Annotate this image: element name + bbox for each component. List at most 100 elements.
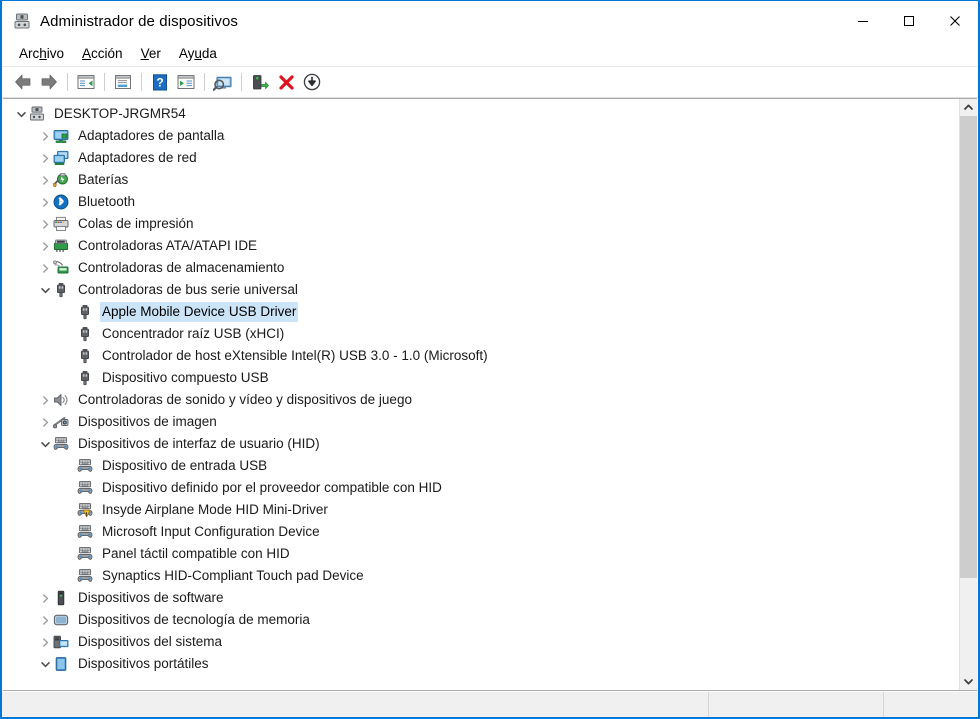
hid-icon (53, 436, 69, 452)
menu-archivo[interactable]: Archivo (10, 44, 73, 63)
tree-item[interactable]: Controlador de host eXtensible Intel(R) … (3, 345, 959, 367)
tree-item[interactable]: Bluetooth (3, 191, 959, 213)
scan-hardware-changes-button[interactable] (210, 69, 236, 95)
tree-item[interactable]: Dispositivos de imagen (3, 411, 959, 433)
tree-item[interactable]: Dispositivos de interfaz de usuario (HID… (3, 433, 959, 455)
close-button[interactable] (932, 1, 978, 41)
chevron-right-icon[interactable] (37, 414, 53, 430)
tree-item-label: Adaptadores de pantalla (78, 128, 225, 143)
tree-item[interactable]: Dispositivos de software (3, 587, 959, 609)
update-driver-button[interactable] (247, 69, 273, 95)
tree-item[interactable]: Controladoras de bus serie universal (3, 279, 959, 301)
tree-item-label: Microsoft Input Configuration Device (102, 524, 320, 539)
tree-item[interactable]: Microsoft Input Configuration Device (3, 521, 959, 543)
tree-item[interactable]: Apple Mobile Device USB Driver (3, 301, 959, 323)
tree-item[interactable]: Controladoras de sonido y vídeo y dispos… (3, 389, 959, 411)
tree-item[interactable]: Panel táctil compatible con HID (3, 543, 959, 565)
tree-item[interactable]: Dispositivo compuesto USB (3, 367, 959, 389)
chevron-right-icon[interactable] (37, 216, 53, 232)
menu-ver-post: er (148, 46, 161, 61)
tree-item[interactable]: Dispositivo de entrada USB (3, 455, 959, 477)
device-tree[interactable]: DESKTOP-JRGMR54 Adaptadores de pantalla Ad… (3, 99, 959, 690)
printer-icon (53, 216, 69, 232)
chevron-right-icon[interactable] (37, 238, 53, 254)
properties-button[interactable] (110, 69, 136, 95)
usb-icon (77, 370, 93, 386)
tree-item[interactable]: Synaptics HID-Compliant Touch pad Device (3, 565, 959, 587)
tree-item[interactable]: Controladoras ATA/ATAPI IDE (3, 235, 959, 257)
chevron-right-icon[interactable] (37, 634, 53, 650)
chevron-right-icon[interactable] (37, 128, 53, 144)
hid-icon (77, 480, 93, 496)
tree-item-label: Controladoras de bus serie universal (78, 282, 298, 297)
tree-item[interactable]: Controladoras de almacenamiento (3, 257, 959, 279)
scrollbar-track[interactable] (960, 116, 977, 673)
menu-accion-post: cción (91, 46, 123, 61)
tree-item[interactable]: Dispositivos portátiles (3, 653, 959, 675)
tree-item[interactable]: Dispositivo definido por el proveedor co… (3, 477, 959, 499)
maximize-button[interactable] (886, 1, 932, 41)
network-adapter-icon (53, 150, 69, 166)
vertical-scrollbar[interactable] (959, 99, 977, 690)
usb-icon (77, 326, 93, 342)
separator-5 (241, 73, 242, 91)
chevron-down-icon[interactable] (37, 282, 53, 298)
scroll-down-button[interactable] (960, 673, 977, 690)
forward-button[interactable] (36, 69, 62, 95)
tree-item-label: Dispositivos de interfaz de usuario (HID… (78, 436, 320, 451)
menu-accion[interactable]: Acción (73, 44, 132, 63)
chevron-right-icon[interactable] (37, 260, 53, 276)
tree-item[interactable]: DESKTOP-JRGMR54 (3, 103, 959, 125)
chevron-down-icon[interactable] (13, 106, 29, 122)
window-title: Administrador de dispositivos (40, 12, 238, 30)
tree-item[interactable]: Concentrador raíz USB (xHCI) (3, 323, 959, 345)
tree-item-label: Dispositivos de tecnología de memoria (78, 612, 310, 627)
scroll-up-button[interactable] (960, 99, 977, 116)
scrollbar-thumb[interactable] (960, 116, 977, 579)
tree-item[interactable]: Dispositivos del sistema (3, 631, 959, 653)
action-menu-button[interactable] (173, 69, 199, 95)
computer-icon (29, 106, 45, 122)
chevron-down-icon[interactable] (37, 656, 53, 672)
portable-device-icon (53, 656, 69, 672)
disable-device-button[interactable] (299, 69, 325, 95)
chevron-right-icon[interactable] (37, 590, 53, 606)
hid-icon (77, 458, 93, 474)
show-hide-console-tree-button[interactable] (73, 69, 99, 95)
separator-1 (67, 73, 68, 91)
disable-down-arrow-icon (303, 73, 321, 91)
tree-item[interactable]: Adaptadores de pantalla (3, 125, 959, 147)
tree-item[interactable]: Adaptadores de red (3, 147, 959, 169)
chevron-down-icon[interactable] (37, 436, 53, 452)
tree-item[interactable]: Baterías (3, 169, 959, 191)
tree-item-label: Controladoras de sonido y vídeo y dispos… (78, 392, 412, 407)
back-button[interactable] (10, 69, 36, 95)
chevron-right-icon[interactable] (37, 194, 53, 210)
chevron-right-icon[interactable] (37, 172, 53, 188)
tree-item-label: Dispositivo de entrada USB (102, 458, 268, 473)
help-button[interactable]: ? (147, 69, 173, 95)
chevron-down-icon (964, 679, 973, 685)
separator-2 (104, 73, 105, 91)
menu-ver[interactable]: Ver (132, 44, 170, 63)
status-pane-2 (709, 692, 884, 717)
tree-item-label: Dispositivos de software (78, 590, 224, 605)
chevron-right-icon[interactable] (37, 612, 53, 628)
chevron-right-icon[interactable] (37, 150, 53, 166)
tree-item[interactable]: Dispositivos de tecnología de memoria (3, 609, 959, 631)
tree-item-label: Dispositivo compuesto USB (102, 370, 269, 385)
tree-item[interactable]: Insyde Airplane Mode HID Mini-Driver (3, 499, 959, 521)
tree-item[interactable]: Colas de impresión (3, 213, 959, 235)
menu-archivo-post: ivo (46, 46, 65, 61)
tree-item-label: Concentrador raíz USB (xHCI) (102, 326, 285, 341)
help-question-icon: ? (153, 73, 167, 90)
minimize-button[interactable] (840, 1, 886, 41)
tree-item-label: Colas de impresión (78, 216, 194, 231)
chevron-right-icon[interactable] (37, 392, 53, 408)
menu-ayuda[interactable]: Ayuda (170, 44, 226, 63)
bluetooth-icon (53, 194, 69, 210)
usb-icon (53, 282, 69, 298)
uninstall-device-button[interactable] (273, 69, 299, 95)
